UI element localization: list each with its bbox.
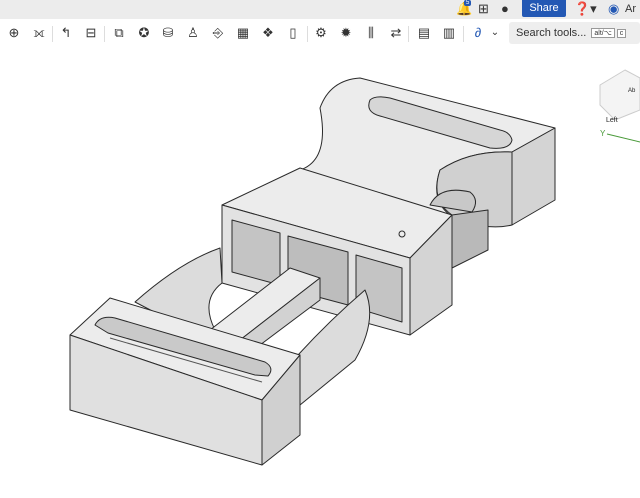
divider: [52, 26, 53, 42]
help-icon[interactable]: ❓▾: [574, 1, 597, 17]
user-avatar-icon[interactable]: ◉: [608, 1, 619, 17]
learning-icon[interactable]: ●: [501, 1, 509, 17]
search-tools-label: Search tools...: [516, 27, 587, 39]
divider: [307, 26, 308, 42]
divider: [104, 26, 105, 42]
gears-icon[interactable]: ❖: [260, 25, 276, 41]
notification-badge: 5: [464, 0, 472, 6]
divider: [408, 26, 409, 42]
insert-icon[interactable]: ✪: [136, 25, 152, 41]
pattern-icon[interactable]: ⚙: [313, 25, 329, 41]
shortcut-key: c: [616, 29, 627, 38]
search-tools-button[interactable]: Search tools... alt/⌥ c: [509, 22, 640, 44]
replicate-icon[interactable]: ⛁: [160, 25, 176, 41]
bom-icon[interactable]: ▥: [441, 25, 457, 41]
assembly-icon[interactable]: ✹: [338, 25, 354, 41]
curve-icon[interactable]: ∂: [470, 25, 486, 41]
axis-y-label: Y: [600, 129, 606, 138]
split-icon[interactable]: ⎆: [210, 25, 226, 41]
mate-connector-icon[interactable]: ⟗: [31, 25, 47, 41]
dimension-icon[interactable]: ⊟: [83, 25, 99, 41]
relations-icon[interactable]: ⇄: [388, 25, 404, 41]
chevron-down-icon[interactable]: ⌄: [487, 25, 503, 41]
drawing-icon[interactable]: ▤: [416, 25, 432, 41]
user-name[interactable]: Ar: [625, 1, 636, 17]
view-cube-top-face[interactable]: Ab: [628, 88, 636, 94]
view-cube-tool-icon[interactable]: ⊕: [6, 25, 22, 41]
flatten-icon[interactable]: ▯: [285, 25, 301, 41]
shortcut-key: alt/⌥: [591, 28, 615, 38]
section-icon[interactable]: ▦: [235, 25, 251, 41]
sketch-icon[interactable]: ♙: [185, 25, 201, 41]
explode-icon[interactable]: ⫼: [363, 25, 379, 41]
mirror-icon[interactable]: ↰: [58, 25, 74, 41]
view-cube-left-face[interactable]: Left: [606, 117, 618, 124]
top-bar: 🔔 5 ⊞ ● Share ❓▾ ◉ Ar: [0, 0, 640, 19]
app-store-icon[interactable]: ⊞: [478, 1, 489, 17]
transform-icon[interactable]: ⧉: [111, 25, 127, 41]
3d-viewport[interactable]: Left Ab Y: [0, 47, 640, 493]
model-render: Left Ab Y: [69, 69, 640, 466]
view-cube[interactable]: Left Ab Y: [599, 69, 640, 143]
divider: [463, 26, 464, 42]
toolbar: ⊕ ⟗ ↰ ⊟ ⧉ ✪ ⛁ ♙ ⎆ ▦ ❖ ▯ ⚙ ✹ ⫼ ⇄ ▤ ▥ ∂ ⌄ …: [0, 19, 640, 47]
share-button[interactable]: Share: [522, 0, 566, 17]
